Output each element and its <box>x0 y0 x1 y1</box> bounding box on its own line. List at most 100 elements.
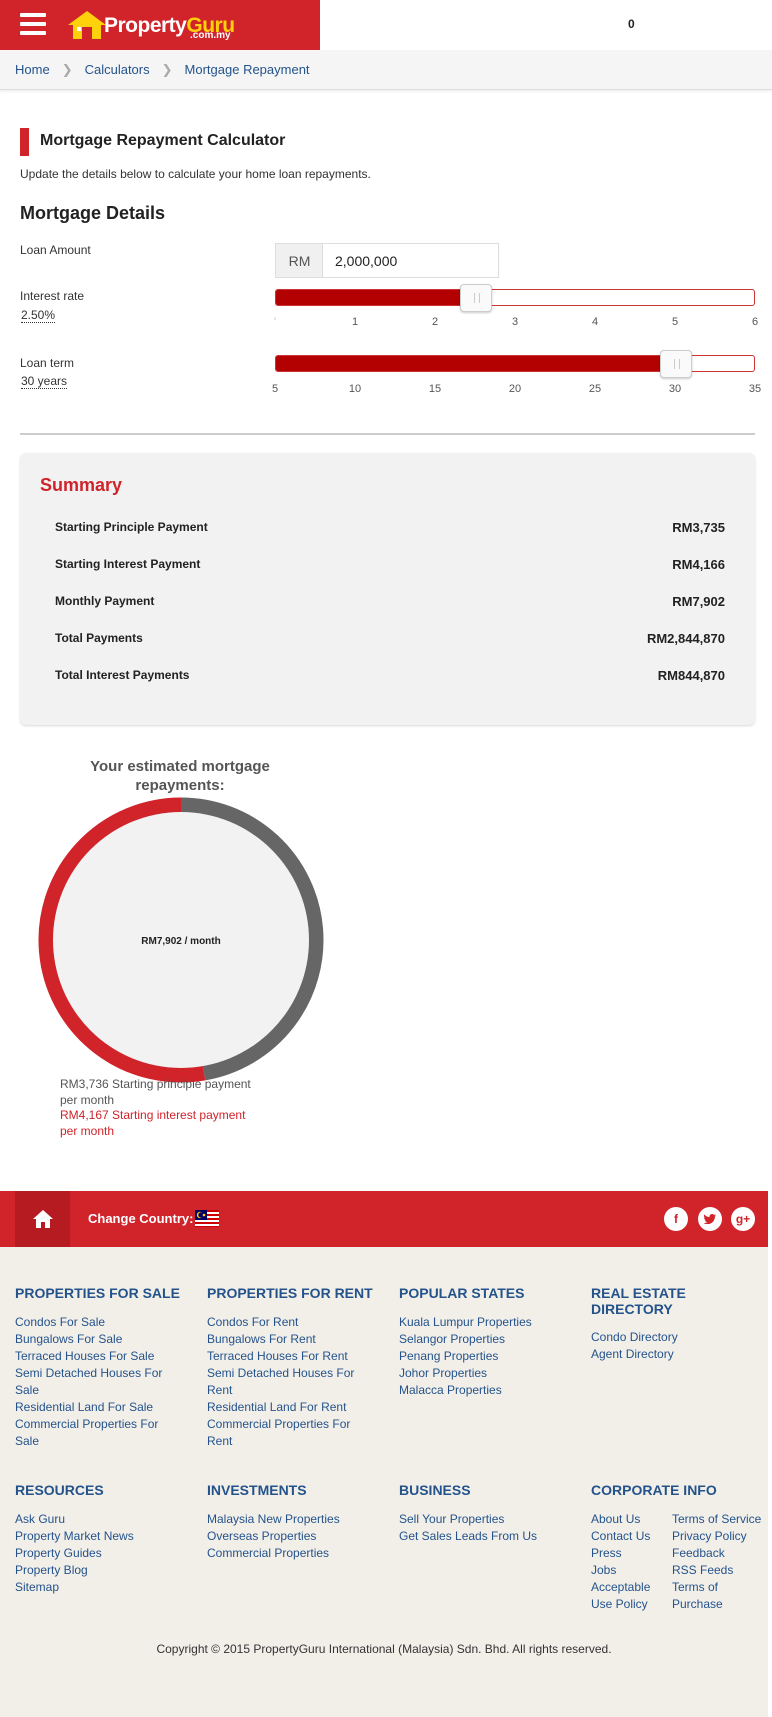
section-title: Mortgage Details <box>20 203 166 223</box>
summary-title: Summary <box>40 475 123 495</box>
summary-row-total-payments: Total Payments RM2,844,870 <box>55 631 725 646</box>
summary-label: Total Interest Payments <box>55 668 190 682</box>
twitter-icon[interactable] <box>698 1207 722 1231</box>
home-icon <box>32 1210 53 1228</box>
facebook-icon[interactable]: f <box>664 1207 688 1231</box>
footer-heading-business: BUSINESS <box>399 1482 471 1498</box>
footer-list-investments: Malaysia New Properties Overseas Properti… <box>207 1511 387 1562</box>
change-country-label: Change Country: <box>88 1211 194 1226</box>
loan-amount-input[interactable] <box>322 243 499 278</box>
summary-row-starting-principle: Starting Principle Payment RM3,735 <box>55 520 725 535</box>
footer-link[interactable]: Malaysia New Properties <box>207 1511 387 1528</box>
footer-link[interactable]: Commercial Properties For Rent <box>207 1416 372 1450</box>
footer-link[interactable]: About Us <box>591 1511 661 1528</box>
footer-link[interactable]: Overseas Properties <box>207 1528 387 1545</box>
malaysia-flag-icon[interactable] <box>195 1210 219 1227</box>
summary-label: Monthly Payment <box>55 594 155 608</box>
footer-link[interactable]: Terms of Service <box>672 1511 762 1528</box>
term-tick: 5 <box>271 383 279 395</box>
footer-link[interactable]: Property Blog <box>15 1562 185 1579</box>
loan-term-label: Loan term <box>20 356 75 370</box>
summary-label: Starting Interest Payment <box>55 557 201 571</box>
footer-link[interactable]: Selangor Properties <box>399 1331 579 1348</box>
term-tick: 35 <box>748 383 762 395</box>
chart-title: Your estimated mortgage repayments: <box>90 758 270 794</box>
footer-list-resources: Ask Guru Property Market News Property Gui… <box>15 1511 185 1596</box>
repayment-donut-chart: RM7,902 / month <box>38 797 324 1083</box>
footer-link[interactable]: Condos For Rent <box>207 1314 372 1331</box>
footer-heading-corporate: CORPORATE INFO <box>591 1482 717 1498</box>
term-tick: 20 <box>508 383 522 395</box>
footer-link[interactable]: Commercial Properties <box>207 1545 387 1562</box>
footer-link[interactable]: Agent Directory <box>591 1346 761 1363</box>
home-button[interactable] <box>15 1191 70 1247</box>
chevron-right-icon: ❯ <box>161 61 173 77</box>
summary-row-total-interest: Total Interest Payments RM844,870 <box>55 668 725 683</box>
footer-link[interactable]: Johor Properties <box>399 1365 579 1382</box>
footer-heading-resources: RESOURCES <box>15 1482 104 1498</box>
footer-link[interactable]: Terraced Houses For Sale <box>15 1348 185 1365</box>
breadcrumb-mortgage-repayment[interactable]: Mortgage Repayment <box>185 62 310 77</box>
footer-link[interactable]: Condos For Sale <box>15 1314 185 1331</box>
loan-amount-label: Loan Amount <box>20 243 91 257</box>
summary-panel: Summary Starting Principle Payment RM3,7… <box>20 453 755 725</box>
interest-tick: 4 <box>591 316 599 328</box>
footer-link[interactable]: Sell Your Properties <box>399 1511 579 1528</box>
footer-link[interactable]: Condo Directory <box>591 1329 761 1346</box>
breadcrumb-calculators[interactable]: Calculators <box>85 62 150 77</box>
interest-tick: 1 <box>351 316 359 328</box>
footer-link[interactable]: Residential Land For Sale <box>15 1399 185 1416</box>
summary-value: RM2,844,870 <box>646 631 725 646</box>
footer-link[interactable]: Contact Us <box>591 1528 661 1545</box>
interest-rate-slider[interactable] <box>275 284 755 312</box>
footer-link[interactable]: Get Sales Leads From Us <box>399 1528 579 1545</box>
footer-link[interactable]: Semi Detached Houses For Rent <box>207 1365 372 1399</box>
term-tick: 10 <box>348 383 362 395</box>
footer-link[interactable]: Bungalows For Rent <box>207 1331 372 1348</box>
breadcrumb: Home ❯ Calculators ❯ Mortgage Repayment <box>0 50 772 90</box>
term-tick: 25 <box>588 383 602 395</box>
footer-link[interactable]: Press <box>591 1545 661 1562</box>
menu-icon[interactable] <box>20 13 46 35</box>
footer-link[interactable]: Jobs <box>591 1562 661 1579</box>
footer-link[interactable]: Property Guides <box>15 1545 185 1562</box>
footer-link[interactable]: Kuala Lumpur Properties <box>399 1314 579 1331</box>
loan-term-slider[interactable] <box>275 350 755 378</box>
breadcrumb-home[interactable]: Home <box>15 62 50 77</box>
summary-value: RM844,870 <box>657 668 725 683</box>
loan-term-handle[interactable] <box>660 350 692 378</box>
footer-link[interactable]: Acceptable Use Policy <box>591 1579 661 1613</box>
footer-link[interactable]: Sitemap <box>15 1579 185 1596</box>
google-plus-icon[interactable]: g+ <box>731 1207 755 1231</box>
divider <box>20 433 755 435</box>
footer-link[interactable]: Terraced Houses For Rent <box>207 1348 372 1365</box>
footer-link[interactable]: RSS Feeds <box>672 1562 762 1579</box>
footer-link[interactable]: Privacy Policy <box>672 1528 762 1545</box>
footer-link[interactable]: Bungalows For Sale <box>15 1331 185 1348</box>
footer-link[interactable]: Terms of Purchase <box>672 1579 762 1613</box>
interest-tick: 6 <box>751 316 759 328</box>
footer-link[interactable]: Commercial Properties For Sale <box>15 1416 185 1450</box>
chevron-right-icon: ❯ <box>61 61 73 77</box>
footer-bar: Change Country: f g+ <box>0 1191 768 1247</box>
interest-rate-handle[interactable] <box>460 284 492 312</box>
footer-link[interactable]: Semi Detached Houses For Sale <box>15 1365 185 1399</box>
footer-link[interactable]: Residential Land For Rent <box>207 1399 372 1416</box>
footer-link[interactable]: Property Market News <box>15 1528 185 1545</box>
summary-value: RM4,166 <box>672 557 725 572</box>
footer-link[interactable]: Malacca Properties <box>399 1382 579 1399</box>
summary-row-monthly-payment: Monthly Payment RM7,902 <box>55 594 725 609</box>
shortlist-count[interactable]: 0 <box>628 17 635 31</box>
interest-rate-fill <box>276 290 476 305</box>
footer-list-rent: Condos For Rent Bungalows For Rent Terrace… <box>207 1314 372 1450</box>
footer-link[interactable]: Penang Properties <box>399 1348 579 1365</box>
footer-heading-rent: PROPERTIES FOR RENT <box>207 1285 373 1301</box>
footer-link[interactable]: Ask Guru <box>15 1511 185 1528</box>
donut-center-label: RM7,902 / month <box>141 936 220 947</box>
footer-link[interactable]: Feedback <box>672 1545 762 1562</box>
currency-prefix: RM <box>275 243 323 278</box>
legend-principle: RM3,736 Starting principle payment per m… <box>60 1077 251 1107</box>
page-title: Mortgage Repayment Calculator <box>40 132 286 149</box>
interest-tick: ' <box>273 316 277 328</box>
summary-label: Total Payments <box>55 631 143 645</box>
